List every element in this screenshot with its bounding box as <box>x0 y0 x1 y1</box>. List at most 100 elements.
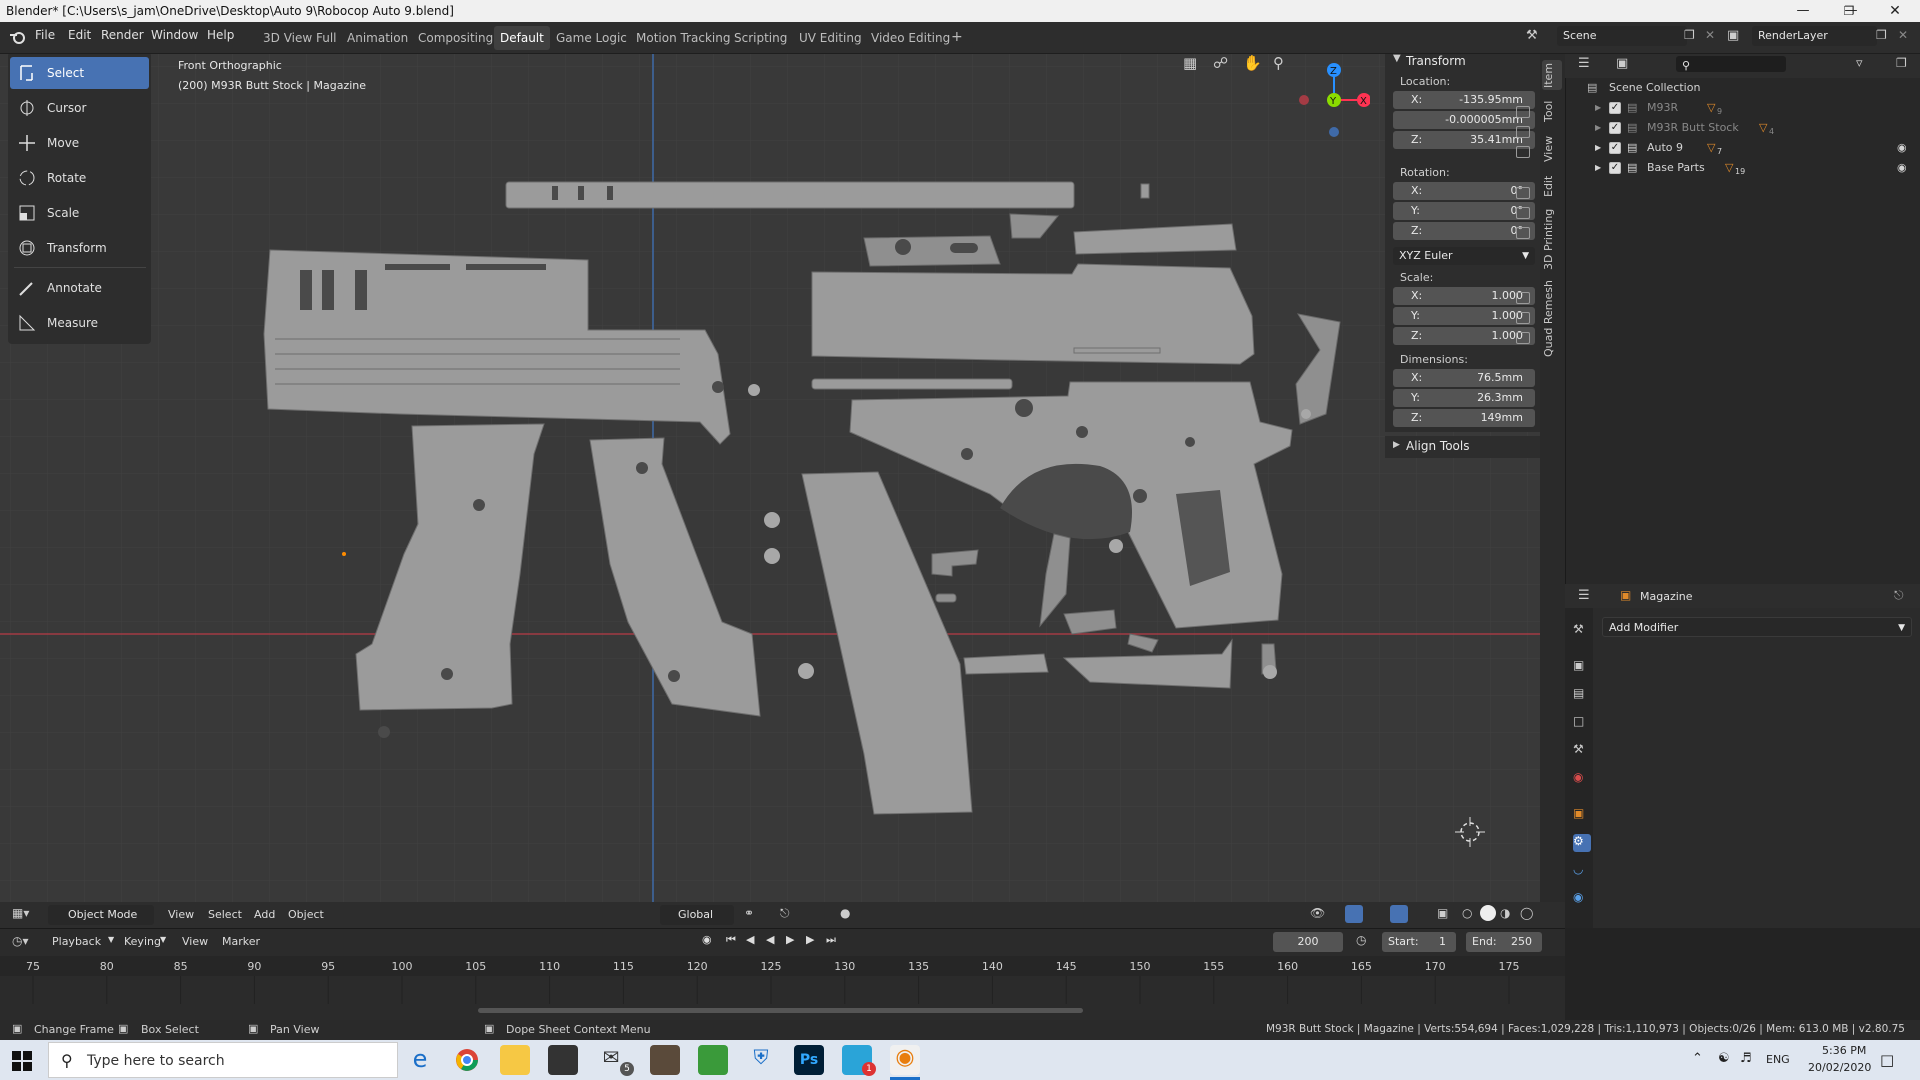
tab-animation[interactable]: Animation <box>341 26 414 50</box>
xray-icon[interactable]: ▣ <box>1437 906 1448 920</box>
outliner-editor-icon[interactable]: ☰ <box>1578 56 1590 71</box>
end-frame-field[interactable]: End: 250 <box>1466 932 1542 952</box>
camera-view-icon[interactable]: ☍ <box>1213 54 1231 72</box>
eye-icon[interactable]: ◉ <box>1897 158 1907 178</box>
add-workspace-icon[interactable]: + <box>951 29 963 45</box>
lock-icon[interactable] <box>1516 312 1530 324</box>
outliner-item[interactable]: ▶ ✓ ▤ M93R ▽ 9 <box>1565 98 1920 118</box>
location-y-field[interactable]: -0.000005mm <box>1393 111 1535 129</box>
view-layer-icon[interactable]: ▣ <box>1727 28 1739 43</box>
particles-tab-icon[interactable]: ◡ <box>1573 862 1591 880</box>
tab-item[interactable]: Item <box>1542 60 1562 90</box>
store-icon[interactable] <box>548 1045 578 1075</box>
tab-scripting[interactable]: Scripting <box>728 26 793 50</box>
minimize-button[interactable]: — <box>1780 0 1826 22</box>
dimensions-x-field[interactable]: X: 76.5mm <box>1393 369 1535 387</box>
properties-editor-icon[interactable]: ☰ <box>1578 588 1590 603</box>
tab-tool[interactable]: Tool <box>1542 96 1562 126</box>
timeline-scrollbar[interactable] <box>478 1008 1083 1013</box>
location-z-field[interactable]: Z: 35.41mm <box>1393 131 1535 149</box>
lock-icon[interactable] <box>1516 332 1530 344</box>
language-indicator[interactable]: ENG <box>1766 1053 1790 1066</box>
pan-hand-icon[interactable]: ✋ <box>1243 54 1262 72</box>
modifier-tab-icon[interactable]: ⚙ <box>1573 834 1591 852</box>
lock-icon[interactable] <box>1516 227 1530 239</box>
timeline-menu-keying[interactable]: Keying <box>124 935 161 948</box>
physics-tab-icon[interactable]: ◉ <box>1573 890 1591 908</box>
tool-measure[interactable]: Measure <box>10 307 149 339</box>
menu-file[interactable]: File <box>35 28 55 42</box>
tab-motion-tracking[interactable]: Motion Tracking <box>630 26 736 50</box>
tool-cursor[interactable]: Cursor <box>10 92 149 124</box>
location-x-field[interactable]: X: -135.95mm <box>1393 91 1535 109</box>
clock-date[interactable]: 20/02/2020 <box>1808 1061 1871 1074</box>
lock-icon[interactable] <box>1516 187 1530 199</box>
play-icon[interactable]: ▶ <box>786 933 794 946</box>
jump-start-icon[interactable]: ⏮ <box>726 933 736 947</box>
menu-edit[interactable]: Edit <box>68 28 91 42</box>
jump-keyframe-forward-icon[interactable]: ▶ <box>806 933 814 946</box>
blender-taskbar-icon[interactable]: ◉ <box>890 1045 920 1075</box>
tray-chevron-icon[interactable]: ⌃ <box>1692 1051 1703 1066</box>
volume-icon[interactable]: ♬ <box>1740 1051 1752 1066</box>
tab-default[interactable]: Default <box>494 26 550 50</box>
jump-keyframe-back-icon[interactable]: ◀ <box>746 933 754 946</box>
visibility-icon[interactable]: 👁 <box>1310 906 1325 920</box>
edge-icon[interactable]: e <box>405 1045 435 1075</box>
output-tab-icon[interactable]: ▤ <box>1573 686 1591 704</box>
file-explorer-icon[interactable] <box>500 1045 530 1075</box>
restore-button[interactable]: ❐ <box>1826 0 1872 22</box>
outliner-root[interactable]: ▤ Scene Collection <box>1565 78 1920 98</box>
jump-end-icon[interactable]: ⏭ <box>826 933 836 947</box>
new-layer-icon[interactable]: ❐ <box>1876 28 1887 42</box>
clock-time[interactable]: 5:36 PM <box>1822 1044 1866 1057</box>
snap-icon[interactable]: ⎋ <box>780 906 790 921</box>
tool-rotate[interactable]: Rotate <box>10 162 149 194</box>
checkbox-icon[interactable]: ✓ <box>1609 102 1621 114</box>
menu-help[interactable]: Help <box>207 28 234 42</box>
tab-video-editing[interactable]: Video Editing <box>865 26 956 50</box>
wireframe-shading-icon[interactable]: ○ <box>1462 906 1472 920</box>
expand-icon[interactable]: ▶ <box>1595 98 1601 118</box>
world-tab-icon[interactable]: ◉ <box>1573 770 1591 788</box>
rotation-x-field[interactable]: X: 0° <box>1393 182 1535 200</box>
object-tab-icon[interactable]: ▣ <box>1573 806 1591 824</box>
tool-tab-icon[interactable]: ⚒ <box>1573 622 1591 640</box>
tool-transform[interactable]: Transform <box>10 232 149 264</box>
tab-edit[interactable]: Edit <box>1542 172 1562 200</box>
transform-orientation-dropdown[interactable]: Global <box>660 905 734 925</box>
tool-annotate[interactable]: Annotate <box>10 272 149 304</box>
timeline-menu-playback[interactable]: Playback <box>52 935 101 948</box>
rotation-y-field[interactable]: Y: 0° <box>1393 202 1535 220</box>
pin-icon[interactable]: ⎋ <box>1894 588 1904 603</box>
checkbox-icon[interactable]: ✓ <box>1609 122 1621 134</box>
app-icon[interactable] <box>698 1045 728 1075</box>
proportional-edit-icon[interactable]: ● <box>840 906 850 920</box>
rotation-mode-dropdown[interactable]: XYZ Euler ▼ <box>1393 247 1535 265</box>
display-mode-icon[interactable]: ▣ <box>1616 56 1628 71</box>
filter-icon[interactable]: ▿ <box>1856 56 1863 71</box>
viewport-menu-add[interactable]: Add <box>254 908 275 921</box>
align-tools-header[interactable]: Align Tools <box>1406 439 1469 453</box>
checkbox-icon[interactable]: ✓ <box>1609 162 1621 174</box>
current-frame-field[interactable]: 200 <box>1273 932 1343 952</box>
align-tools-expand-icon[interactable]: ▶ <box>1393 440 1400 450</box>
menu-window[interactable]: Window <box>151 28 198 42</box>
viewport-menu-view[interactable]: View <box>168 908 194 921</box>
editor-type-icon[interactable]: ▦▾ <box>12 906 29 920</box>
scale-y-field[interactable]: Y: 1.000 <box>1393 307 1535 325</box>
grid-toggle-icon[interactable]: ▦ <box>1183 54 1201 72</box>
tool-scale[interactable]: Scale <box>10 197 149 229</box>
chrome-icon[interactable] <box>452 1045 482 1075</box>
render-tab-icon[interactable]: ▣ <box>1573 658 1591 676</box>
new-collection-icon[interactable]: ❐ <box>1896 56 1907 70</box>
outliner-item[interactable]: ▶ ✓ ▤ Auto 9 ▽ 7 ◉ <box>1565 138 1920 158</box>
solid-shading-icon[interactable] <box>1480 905 1496 921</box>
outliner-item[interactable]: ▶ ✓ ▤ M93R Butt Stock ▽ 4 <box>1565 118 1920 138</box>
tool-select[interactable]: Select <box>10 57 149 89</box>
viewport-menu-object[interactable]: Object <box>288 908 324 921</box>
rendered-shading-icon[interactable]: ◯ <box>1520 906 1533 920</box>
tab-3d-view-full[interactable]: 3D View Full <box>257 26 343 50</box>
tab-game-logic[interactable]: Game Logic <box>550 26 633 50</box>
eye-icon[interactable]: ◉ <box>1897 138 1907 158</box>
